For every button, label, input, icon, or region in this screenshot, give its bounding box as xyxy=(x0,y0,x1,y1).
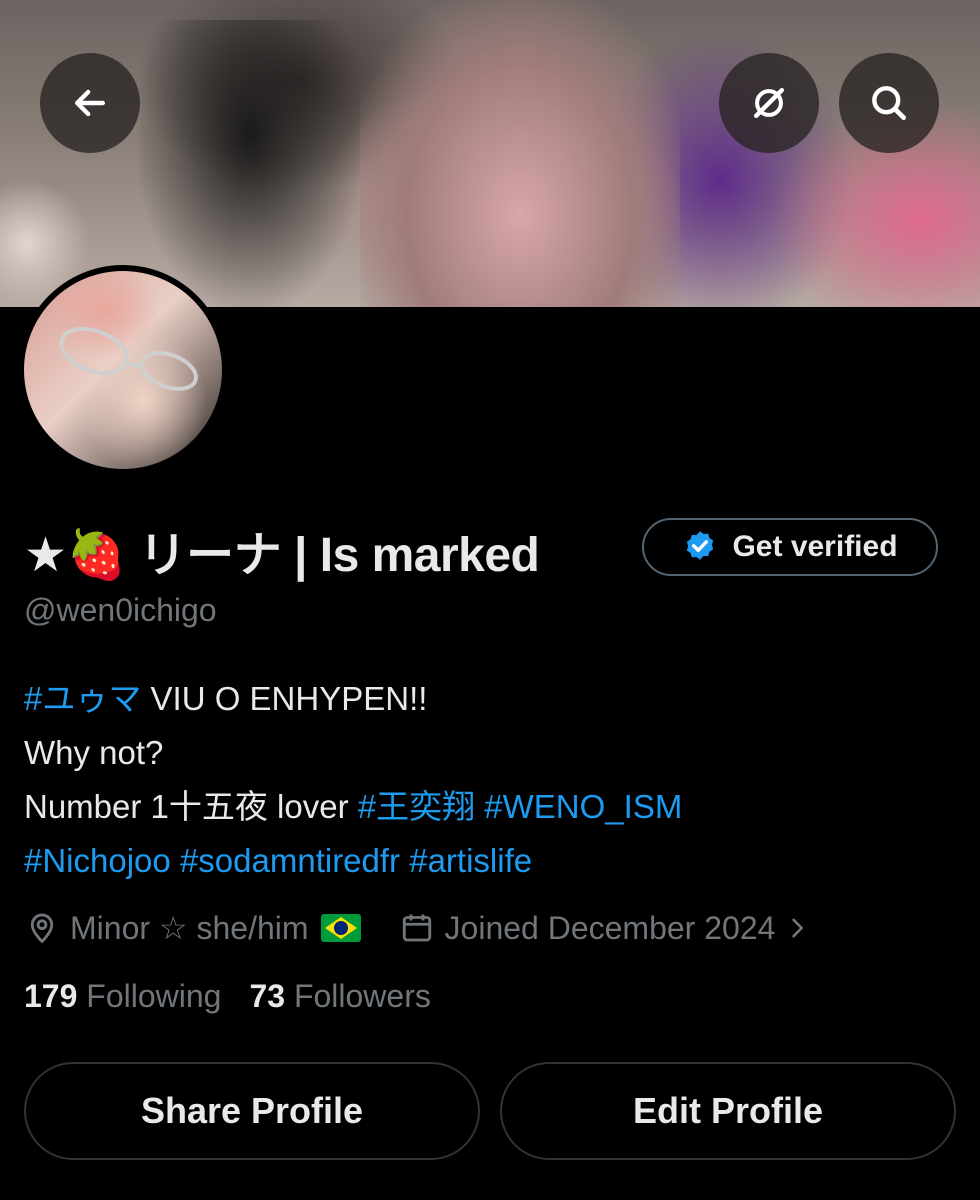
get-verified-label: Get verified xyxy=(732,530,898,563)
chevron-right-icon[interactable] xyxy=(783,914,811,942)
name-row: ★🍓 リーナ | Is marked xyxy=(24,515,540,585)
following-count: 179 xyxy=(24,978,78,1014)
bio-line-4: #Nichojoo #sodamntiredfr #artislife xyxy=(24,834,964,888)
edit-profile-button[interactable]: Edit Profile xyxy=(500,1062,956,1160)
avatar[interactable] xyxy=(18,265,228,475)
location-text: Minor ☆ she/him xyxy=(70,910,309,946)
verified-badge-icon xyxy=(687,531,714,560)
profile-banner[interactable] xyxy=(0,0,980,307)
brazil-flag-icon xyxy=(320,914,361,942)
back-button[interactable] xyxy=(40,53,140,153)
hashtag-link[interactable]: #ユゥマ xyxy=(24,680,141,717)
bio-text: VIU O ENHYPEN!! xyxy=(141,680,428,717)
hashtag-link[interactable]: #WENO_ISM xyxy=(484,788,682,825)
bio-line-1: #ユゥマ VIU O ENHYPEN!! xyxy=(24,672,964,726)
display-name: ★🍓 リーナ | Is marked xyxy=(24,529,540,582)
followers-count: 73 xyxy=(249,978,286,1014)
profile-meta: Minor ☆ she/him Joined December 2024 xyxy=(24,902,811,954)
following-link[interactable]: 179 Following xyxy=(24,978,221,1015)
hashtag-link[interactable]: #sodamntiredfr xyxy=(180,842,400,879)
glasses-shape xyxy=(59,326,198,391)
bio-text: Number 1十五夜 lover xyxy=(24,788,358,825)
bio: #ユゥマ VIU O ENHYPEN!! Why not? Number 1十五… xyxy=(24,672,964,888)
followers-link[interactable]: 73 Followers xyxy=(249,978,430,1015)
banner-face xyxy=(360,0,680,307)
banner-shadow xyxy=(140,20,360,307)
grok-button[interactable] xyxy=(719,53,819,153)
followers-label: Followers xyxy=(293,978,431,1014)
follow-stats: 179 Following 73 Followers xyxy=(24,978,431,1015)
grok-slash-icon xyxy=(753,87,785,119)
bio-line-3: Number 1十五夜 lover #王奕翔 #WENO_ISM xyxy=(24,780,964,834)
hashtag-link[interactable]: #王奕翔 xyxy=(358,788,475,825)
get-verified-button[interactable]: Get verified xyxy=(642,518,938,576)
hashtag-link[interactable]: #Nichojoo xyxy=(24,842,171,879)
search-button[interactable] xyxy=(839,53,939,153)
hashtag-link[interactable]: #artislife xyxy=(409,842,532,879)
calendar-icon xyxy=(402,914,431,942)
bio-line-2: Why not? xyxy=(24,734,164,771)
location-pin-icon xyxy=(30,913,54,944)
share-profile-button[interactable]: Share Profile xyxy=(24,1062,480,1160)
username-handle: @wen0ichigo xyxy=(24,592,217,628)
following-label: Following xyxy=(86,978,222,1014)
avatar-image xyxy=(24,271,222,469)
search-icon xyxy=(872,86,907,121)
arrow-left-icon xyxy=(74,89,106,117)
joined-date: Joined December 2024 xyxy=(444,909,776,946)
